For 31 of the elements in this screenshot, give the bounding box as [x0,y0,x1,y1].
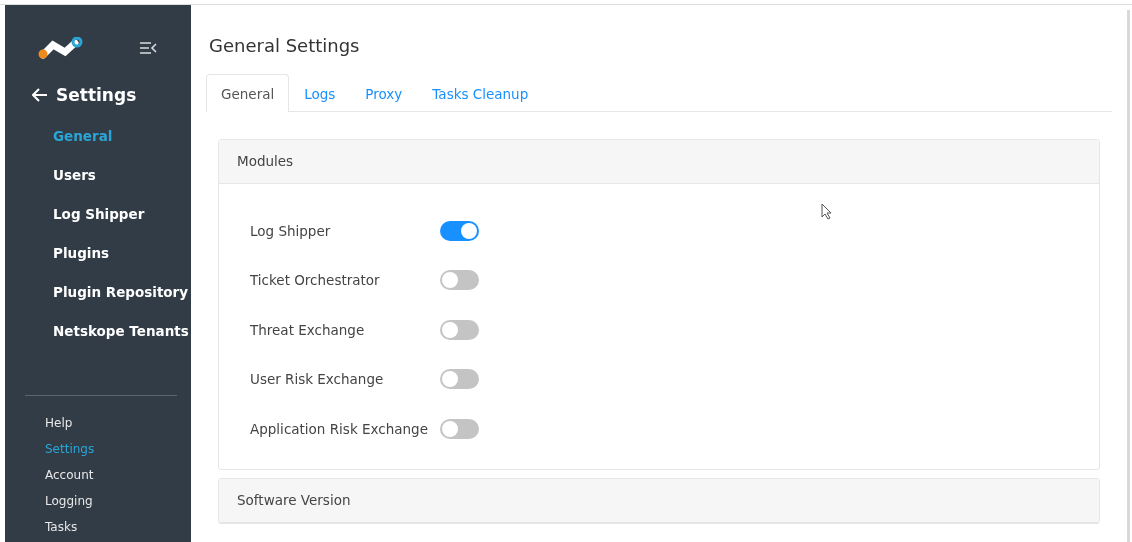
mouse-pointer-icon [821,203,833,220]
footer-link[interactable]: Logging [5,488,191,514]
back-label: Settings [56,85,137,105]
sidebar-item[interactable]: Plugin Repository [5,273,191,312]
footer-link[interactable]: Account [5,462,191,488]
sidebar-item[interactable]: Users [5,156,191,195]
footer-link[interactable]: Tasks [5,514,191,540]
collapse-menu-icon[interactable] [140,42,157,54]
module-label: User Risk Exchange [250,371,385,388]
card-header: Modules [219,140,1099,184]
back-link[interactable]: Settings [32,85,191,105]
footer-link[interactable]: Settings [5,436,191,462]
toggle-switch[interactable] [440,270,479,291]
sidebar-item[interactable]: Log Shipper [5,195,191,234]
module-label: Application Risk Exchange [250,420,429,437]
module-label: Threat Exchange [250,321,366,338]
card-header: Software Version [219,478,1099,523]
back-arrow-icon [32,88,48,102]
module-label: Ticket Orchestrator [250,272,381,289]
toggle-switch[interactable] [440,319,479,340]
toggle-switch[interactable] [440,220,479,241]
toggle-switch[interactable] [440,369,479,390]
page-title: General Settings [209,35,361,58]
sidebar-item[interactable]: General [5,117,191,156]
footer-link[interactable]: Help [5,410,191,436]
tab[interactable]: General [206,74,290,112]
sidebar-item[interactable]: Netskope Tenants [5,312,191,351]
sidebar-item[interactable]: Plugins [5,234,191,273]
toggle-switch[interactable] [440,418,479,439]
logo-icon [37,37,83,59]
module-label: Log Shipper [250,222,332,239]
